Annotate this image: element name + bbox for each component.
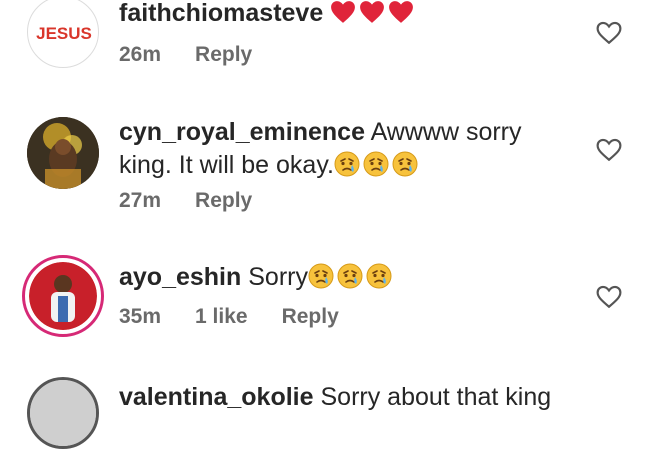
comment-meta: 35m 1 like Reply [119, 305, 373, 329]
comment-emojis [334, 151, 421, 179]
comment-timestamp: 27m [119, 189, 162, 212]
comment-text: Sorry about that king [320, 383, 552, 411]
crying-face-icon [363, 151, 389, 177]
comment-username[interactable]: faithchiomasteve [119, 0, 323, 27]
comment-username[interactable]: ayo_eshin [119, 263, 241, 291]
red-heart-icon [389, 1, 414, 23]
reply-button[interactable]: Reply [195, 43, 252, 66]
avatar[interactable] [27, 117, 99, 189]
comment-meta: 27m Reply [119, 189, 286, 213]
red-heart-icon [360, 1, 385, 23]
comment-text: Sorry [248, 263, 308, 291]
reply-button[interactable]: Reply [195, 189, 252, 212]
comment-body: cyn_royal_eminence Awwww sorry king. It … [119, 116, 539, 182]
comment-body: ayo_eshin Sorry [119, 261, 539, 294]
comment-item: valentina_okolie Sorry about that king [0, 355, 660, 449]
comment-item: ayo_eshin Sorry 35m 1 like Reply [0, 235, 660, 355]
comment-meta: 26m Reply [119, 43, 286, 67]
comment-timestamp: 35m [119, 305, 162, 328]
comment-body: faithchiomasteve [119, 0, 539, 30]
comment-item: cyn_royal_eminence Awwww sorry king. It … [0, 100, 660, 235]
crying-face-icon [308, 263, 334, 289]
like-heart-icon[interactable] [596, 285, 622, 309]
comment-username[interactable]: cyn_royal_eminence [119, 118, 365, 146]
comment-body: valentina_okolie Sorry about that king [119, 381, 551, 414]
like-heart-icon[interactable] [596, 21, 622, 45]
avatar[interactable] [22, 255, 104, 337]
crying-face-icon [334, 151, 360, 177]
avatar[interactable]: JESUS [27, 0, 99, 68]
red-heart-icon [331, 1, 356, 23]
like-count[interactable]: 1 like [195, 305, 248, 328]
crying-face-icon [366, 263, 392, 289]
comment-item: JESUS faithchiomasteve 26m Reply [0, 0, 660, 100]
avatar[interactable] [27, 377, 99, 449]
like-heart-icon[interactable] [596, 138, 622, 162]
comment-username[interactable]: valentina_okolie [119, 383, 314, 411]
crying-face-icon [337, 263, 363, 289]
comment-emojis [330, 0, 417, 27]
reply-button[interactable]: Reply [282, 305, 339, 328]
comment-emojis [308, 263, 395, 291]
crying-face-icon [392, 151, 418, 177]
comment-timestamp: 26m [119, 43, 162, 66]
svg-text:JESUS: JESUS [36, 24, 92, 43]
